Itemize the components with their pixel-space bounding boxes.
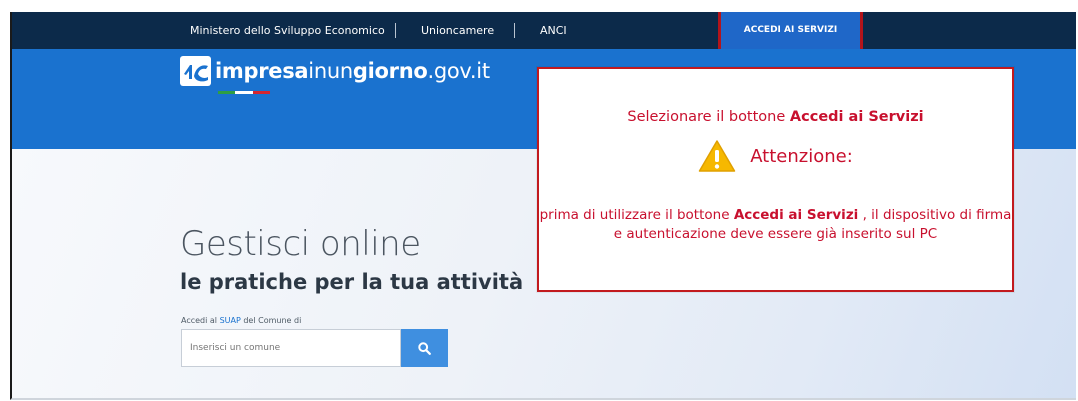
link-ministero[interactable]: Ministero dello Sviluppo Economico bbox=[190, 12, 385, 49]
callout-instruction-prefix: Selezionare il bottone bbox=[627, 109, 790, 125]
warning-row: Attenzione: bbox=[539, 139, 1012, 173]
callout-instruction: Selezionare il bottone Accedi ai Servizi bbox=[539, 109, 1012, 125]
search-label: Accedi al SUAP del Comune di bbox=[181, 316, 301, 325]
logo-word-inun: inun bbox=[308, 59, 353, 83]
search-button[interactable] bbox=[401, 329, 448, 367]
logo-word-giorno: giorno bbox=[352, 59, 428, 83]
search-label-suffix: del Comune di bbox=[240, 316, 302, 325]
logo-word-impresa: impresa bbox=[215, 59, 309, 83]
logo-flag-underline bbox=[218, 91, 270, 94]
accedi-ai-servizi-button[interactable]: ACCEDI AI SERVIZI bbox=[718, 12, 863, 53]
warning-icon bbox=[698, 140, 736, 172]
site-logo[interactable]: impresainungiorno.gov.it bbox=[180, 56, 490, 86]
callout-message: prima di utilizzare il bottone Accedi ai… bbox=[539, 206, 1012, 244]
nav-divider bbox=[395, 23, 396, 38]
warning-label: Attenzione: bbox=[750, 145, 853, 167]
hero-title: Gestisci online bbox=[180, 224, 421, 264]
nav-divider bbox=[514, 23, 515, 38]
suap-link[interactable]: SUAP bbox=[220, 316, 241, 325]
logo-domain: .gov.it bbox=[427, 59, 490, 83]
browser-viewport: Ministero dello Sviluppo Economico Union… bbox=[10, 12, 1076, 400]
search-icon bbox=[418, 341, 431, 355]
callout-instruction-button-name: Accedi ai Servizi bbox=[789, 109, 924, 125]
logo-mark-icon bbox=[180, 56, 211, 86]
hero-subtitle: le pratiche per la tua attività bbox=[180, 270, 524, 294]
search-label-prefix: Accedi al bbox=[181, 316, 220, 325]
link-anci[interactable]: ANCI bbox=[540, 12, 567, 49]
instruction-callout: Selezionare il bottone Accedi ai Servizi… bbox=[537, 67, 1014, 292]
callout-message-prefix: prima di utilizzare il bottone bbox=[539, 207, 734, 223]
logo-text: impresainungiorno.gov.it bbox=[215, 59, 490, 83]
callout-message-button-name: Accedi ai Servizi bbox=[733, 207, 859, 223]
comune-search-input[interactable] bbox=[181, 329, 401, 367]
top-navigation-bar: Ministero dello Sviluppo Economico Union… bbox=[12, 12, 1076, 53]
link-unioncamere[interactable]: Unioncamere bbox=[421, 12, 494, 49]
